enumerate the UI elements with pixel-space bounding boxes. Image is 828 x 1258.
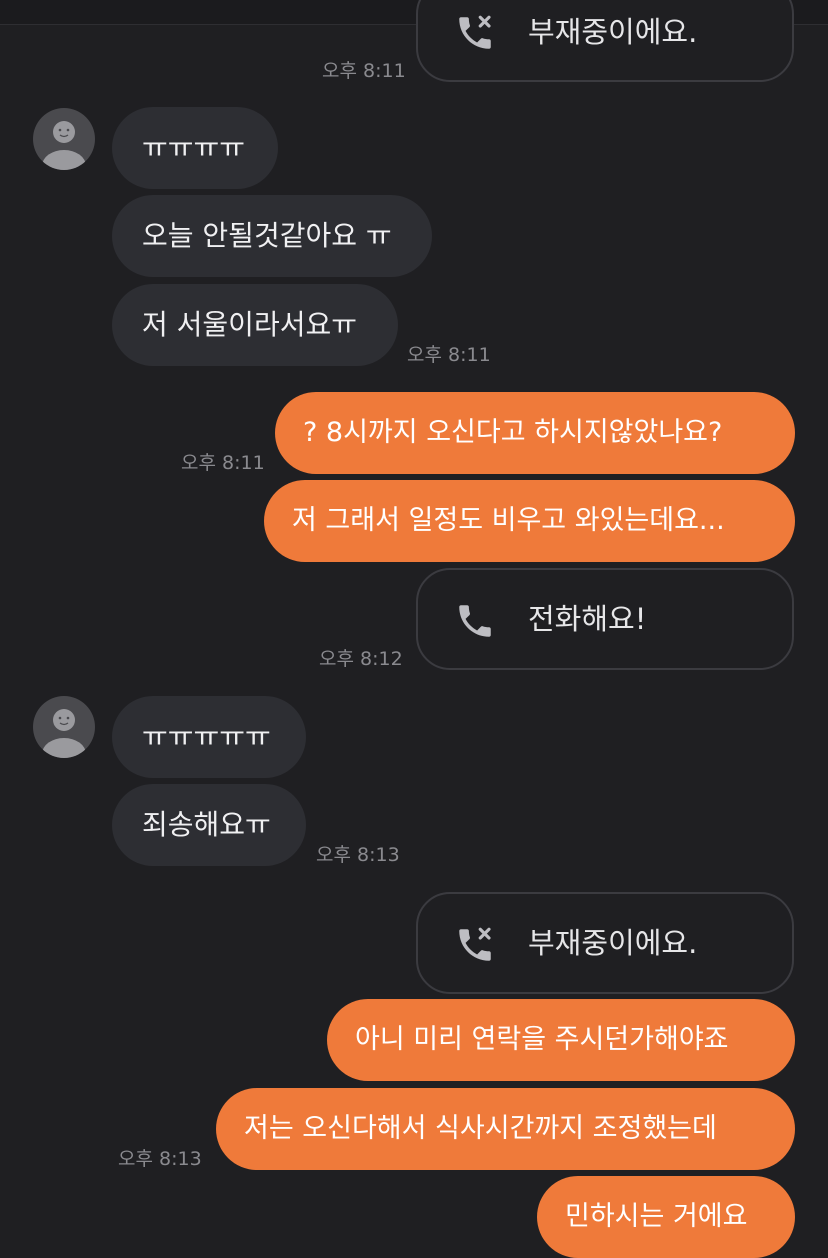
timestamp: 오후 8:13 — [118, 1148, 202, 1170]
timestamp: 오후 8:11 — [181, 452, 265, 474]
outgoing-message[interactable]: 저 그래서 일정도 비우고 와있는데요... — [264, 480, 795, 562]
timestamp: 오후 8:11 — [407, 344, 491, 366]
missed-call-card[interactable]: 부재중이에요. — [416, 892, 794, 994]
incoming-message[interactable]: ㅠㅠㅠㅠㅠ — [112, 696, 306, 778]
avatar[interactable] — [33, 108, 95, 170]
voice-call-card[interactable]: 전화해요! — [416, 568, 794, 670]
incoming-message[interactable]: 오늘 안될것같아요 ㅠ — [112, 195, 432, 277]
incoming-message[interactable]: 저 서울이라서요ㅠ — [112, 284, 398, 366]
call-label: 전화해요! — [528, 602, 647, 636]
outgoing-message[interactable]: 민하시는 거에요 — [537, 1176, 795, 1258]
avatar[interactable] — [33, 696, 95, 758]
default-avatar-icon — [42, 121, 86, 170]
missed-call-icon — [459, 927, 491, 961]
incoming-message[interactable]: 죄송해요ㅠ — [112, 784, 306, 866]
call-label: 부재중이에요. — [528, 926, 698, 960]
missed-call-card[interactable]: 부재중이에요. — [416, 0, 794, 82]
outgoing-message[interactable]: 저는 오신다해서 식사시간까지 조정했는데 — [216, 1088, 795, 1170]
incoming-message[interactable]: ㅠㅠㅠㅠ — [112, 107, 278, 189]
missed-call-icon — [459, 15, 491, 49]
outgoing-message[interactable]: 아니 미리 연락을 주시던가해야죠 — [327, 999, 795, 1081]
call-label: 부재중이에요. — [528, 15, 698, 49]
timestamp: 오후 8:12 — [319, 648, 403, 670]
outgoing-message[interactable]: ? 8시까지 오신다고 하시지않았나요? — [275, 392, 795, 474]
timestamp: 오후 8:13 — [316, 844, 400, 866]
phone-icon — [459, 605, 491, 637]
default-avatar-icon — [42, 709, 86, 758]
timestamp: 오후 8:11 — [322, 60, 406, 82]
